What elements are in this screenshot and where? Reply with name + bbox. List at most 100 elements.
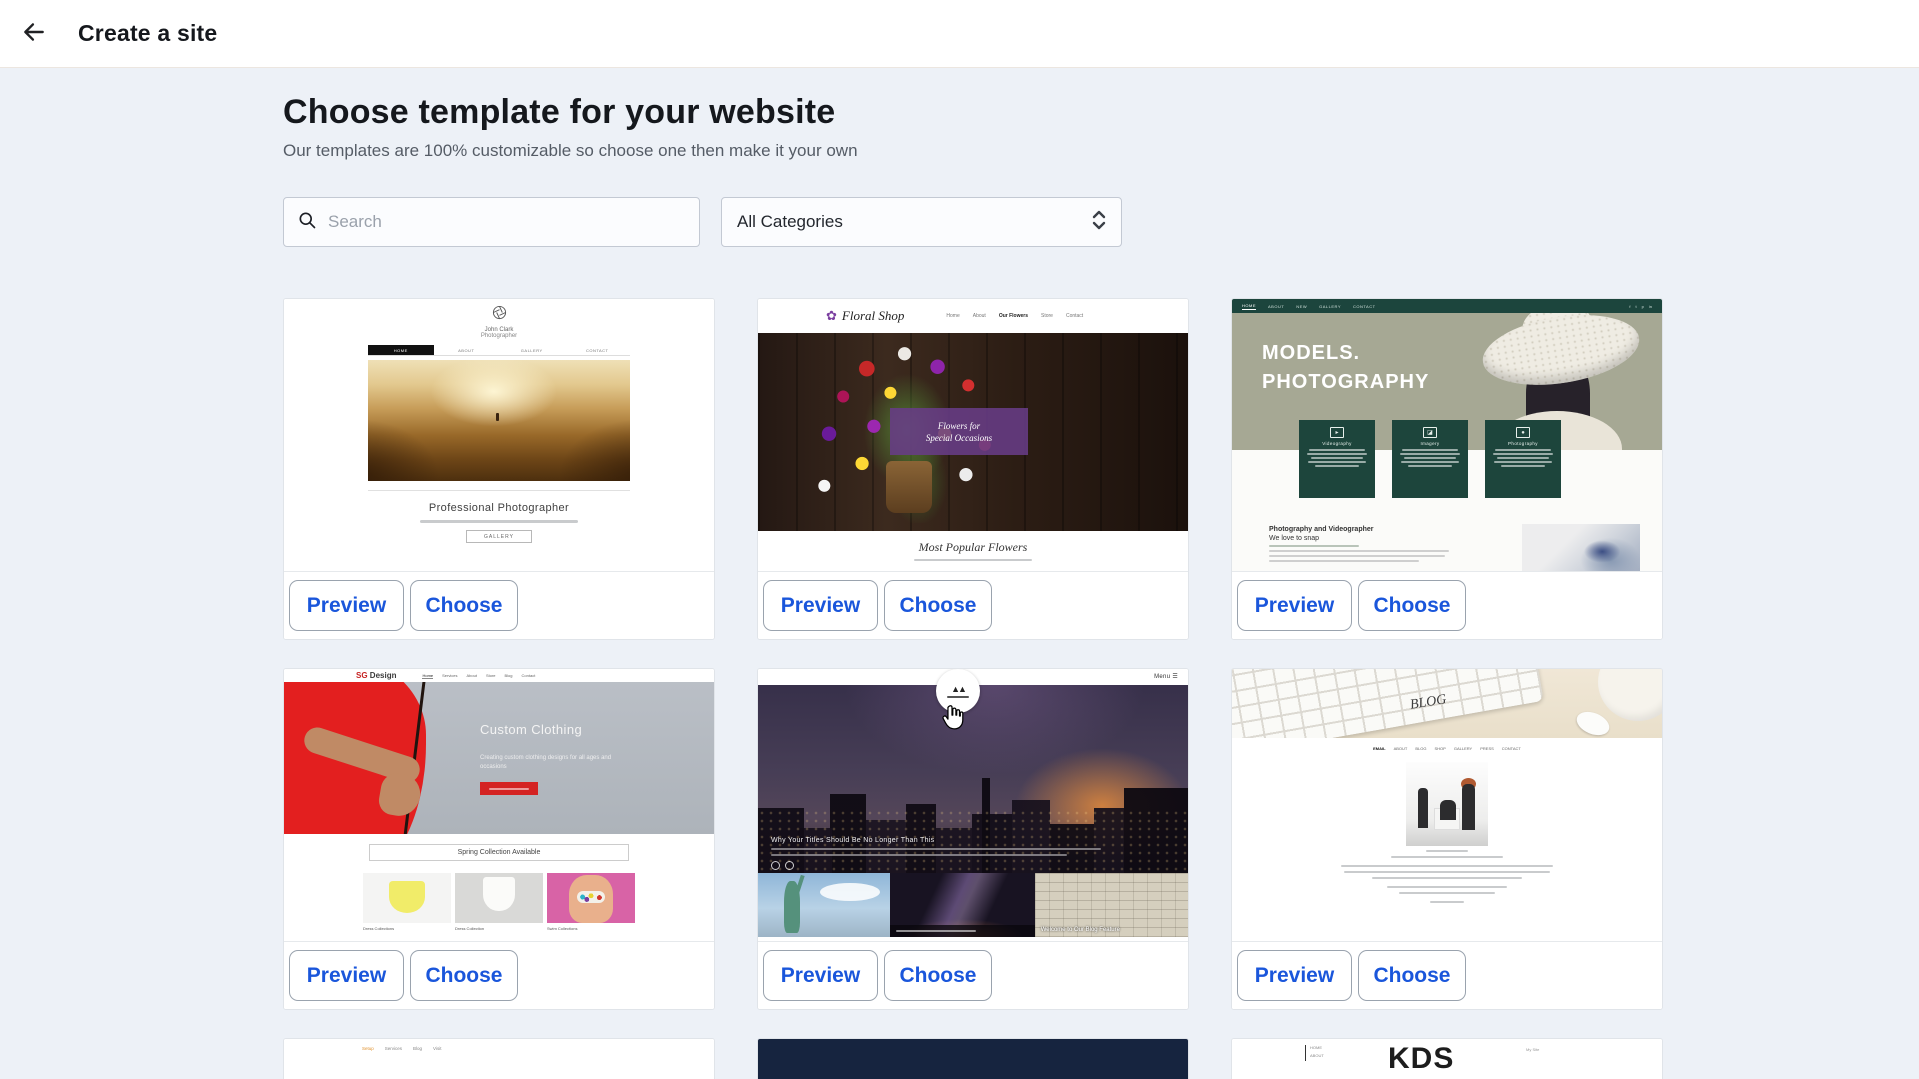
thumb-nav-item: ABOUT	[1268, 304, 1284, 309]
product-caption: Swim Collections	[547, 926, 635, 931]
linkedin-icon: in	[1649, 304, 1652, 309]
product-row	[284, 873, 714, 923]
choose-button[interactable]: Choose	[1358, 580, 1466, 631]
mountains-icon: ▲▲	[951, 685, 965, 694]
preview-button[interactable]: Preview	[1237, 580, 1352, 631]
template-card-travel-blog: Menu ☰ Why Your Titles Should Be No Long…	[757, 668, 1189, 1010]
thumb-nav-item: GALLERY	[1454, 746, 1472, 751]
thumb-header: SG Design Home Services About Store Blog…	[284, 669, 714, 682]
feature-title: Imagery	[1398, 441, 1462, 446]
template-thumbnail[interactable]: BLOG EMAIL ABOUT BLOG SHOP GALLERY PRESS…	[1232, 669, 1662, 942]
thumb-hero-text: Why Your Titles Should Be No Longer Than…	[771, 837, 1101, 870]
thumb-nav-item: HOME	[368, 345, 434, 355]
choose-button[interactable]: Choose	[410, 580, 518, 631]
template-thumbnail[interactable]: HOME BIO WORK AWARDS CONTACT	[758, 1039, 1188, 1079]
mouse-cursor	[941, 703, 966, 737]
thumb-nav-item: CONTACT	[1502, 746, 1521, 751]
thumb-nav-item: PRESS	[1480, 746, 1494, 751]
card-actions: Preview Choose	[1232, 942, 1662, 1009]
template-thumbnail[interactable]: HOME ABOUT KDS My Site	[1232, 1039, 1662, 1079]
vase	[886, 461, 932, 513]
template-thumbnail[interactable]: SG Design Home Services About Store Blog…	[284, 669, 714, 942]
feature-card: ▸ Videography	[1299, 420, 1375, 498]
template-thumbnail[interactable]: ✿ Floral Shop Home About Our Flowers Sto…	[758, 299, 1188, 572]
preview-button[interactable]: Preview	[289, 950, 404, 1001]
product-caption: Dress Collection	[455, 926, 543, 931]
thumb-nav-item: Store	[1041, 313, 1053, 319]
template-thumbnail[interactable]: HOME ABOUT NEW GALLERY CONTACT f t p in	[1232, 299, 1662, 572]
facebook-icon: f	[1629, 304, 1630, 309]
thumb-nav-item: Store	[486, 673, 496, 679]
category-select[interactable]: All Categories	[721, 197, 1122, 247]
thumb-nav-item: EMAIL	[1373, 746, 1385, 751]
thumb-section: Most Popular Flowers	[758, 540, 1188, 561]
hero-title-line: PHOTOGRAPHY	[1262, 368, 1429, 397]
topbar: Create a site	[0, 0, 1919, 68]
back-button[interactable]	[14, 14, 54, 54]
thumb-nav-item: Contact	[1066, 313, 1083, 319]
thumb-nav-item: SHOP	[1435, 746, 1446, 751]
preview-button[interactable]: Preview	[763, 950, 878, 1001]
hamburger-icon: ☰	[1172, 674, 1178, 680]
thumb-nav-item: GALLERY	[1319, 304, 1341, 309]
subheading: Our templates are 100% customizable so c…	[283, 141, 1919, 161]
thumb-hero-city-skyline: Why Your Titles Should Be No Longer Than…	[758, 685, 1188, 880]
preview-button[interactable]: Preview	[763, 580, 878, 631]
template-card-models: HOME ABOUT NEW GALLERY CONTACT f t p in	[1231, 298, 1663, 640]
banner-line: Special Occasions	[926, 433, 992, 443]
card-actions: Preview Choose	[284, 942, 714, 1009]
thumb-title: Professional Photographer	[284, 502, 714, 514]
feature-card: ◪ Imagery	[1392, 420, 1468, 498]
preview-button[interactable]: Preview	[289, 580, 404, 631]
template-card-photographer: John Clark Photographer HOME ABOUT GALLE…	[283, 298, 715, 640]
about-photo	[1522, 524, 1640, 572]
gallery-photo-ski-lift: Welcome to Our Blog Feature	[1035, 873, 1188, 937]
divider	[368, 490, 630, 491]
thumb-tagline-line	[420, 520, 578, 523]
product-captions: Dress Collections Dress Collection Swim …	[284, 926, 714, 931]
thumb-nav-item: Contact	[522, 673, 536, 679]
gallery-photo-night-sky	[890, 873, 1034, 937]
thumb-hero-desk: BLOG	[1232, 669, 1662, 738]
feature-title: Videography	[1305, 441, 1369, 446]
search-box	[283, 197, 700, 247]
video-icon: ▸	[1330, 427, 1344, 438]
thumb-header: ✿ Floral Shop Home About Our Flowers Sto…	[758, 299, 1188, 333]
card-actions: Preview Choose	[758, 572, 1188, 639]
search-input[interactable]	[328, 212, 686, 232]
thumb-nav-item: Blog	[413, 1046, 422, 1051]
thumb-navbar: Home Services About Store Blog Contact	[422, 673, 535, 679]
template-card-partial-center: HOME BIO WORK AWARDS CONTACT Preview Cho…	[757, 1038, 1189, 1079]
preview-button[interactable]: Preview	[1237, 950, 1352, 1001]
brand-rest: Design	[370, 671, 397, 680]
choose-button[interactable]: Choose	[1358, 950, 1466, 1001]
product-photo-swimwear	[547, 873, 635, 923]
thumb-hero-title: Custom Clothing	[480, 722, 582, 737]
choose-button[interactable]: Choose	[410, 950, 518, 1001]
thumb-side-nav: HOME ABOUT	[1305, 1045, 1324, 1061]
card-actions: Preview Choose	[1232, 572, 1662, 639]
computer-mouse	[1573, 707, 1612, 738]
thumb-lower-section: Photography and Videographer We love to …	[1232, 498, 1662, 571]
thumb-gallery-row: Welcome to Our Blog Feature	[758, 873, 1188, 937]
choose-button[interactable]: Choose	[884, 580, 992, 631]
template-thumbnail[interactable]: John Clark Photographer HOME ABOUT GALLE…	[284, 299, 714, 572]
template-thumbnail[interactable]: Menu ☰ Why Your Titles Should Be No Long…	[758, 669, 1188, 942]
template-grid: John Clark Photographer HOME ABOUT GALLE…	[283, 298, 1663, 1079]
thumb-nav-item: ABOUT	[1394, 746, 1408, 751]
card-actions: Preview Choose	[758, 942, 1188, 1009]
thumb-section-title: Most Popular Flowers	[758, 540, 1188, 555]
thumb-nav-item: Blog	[505, 673, 513, 679]
choose-button[interactable]: Choose	[884, 950, 992, 1001]
thumb-nav-item: About	[466, 673, 476, 679]
main-content: Choose template for your website Our tem…	[0, 68, 1919, 1079]
hat-brim	[1478, 313, 1644, 395]
search-icon	[297, 210, 317, 235]
keyboard	[1232, 669, 1544, 738]
thumb-hero-title: Why Your Titles Should Be No Longer Than…	[771, 837, 1101, 844]
gallery-photo-statue-of-liberty	[758, 873, 890, 937]
desk-object	[1598, 669, 1662, 721]
about-subtitle: We love to snap	[1269, 535, 1449, 542]
template-thumbnail[interactable]: Setup Services Blog Visit	[284, 1039, 714, 1079]
thumb-gallery-button: GALLERY	[466, 530, 532, 543]
